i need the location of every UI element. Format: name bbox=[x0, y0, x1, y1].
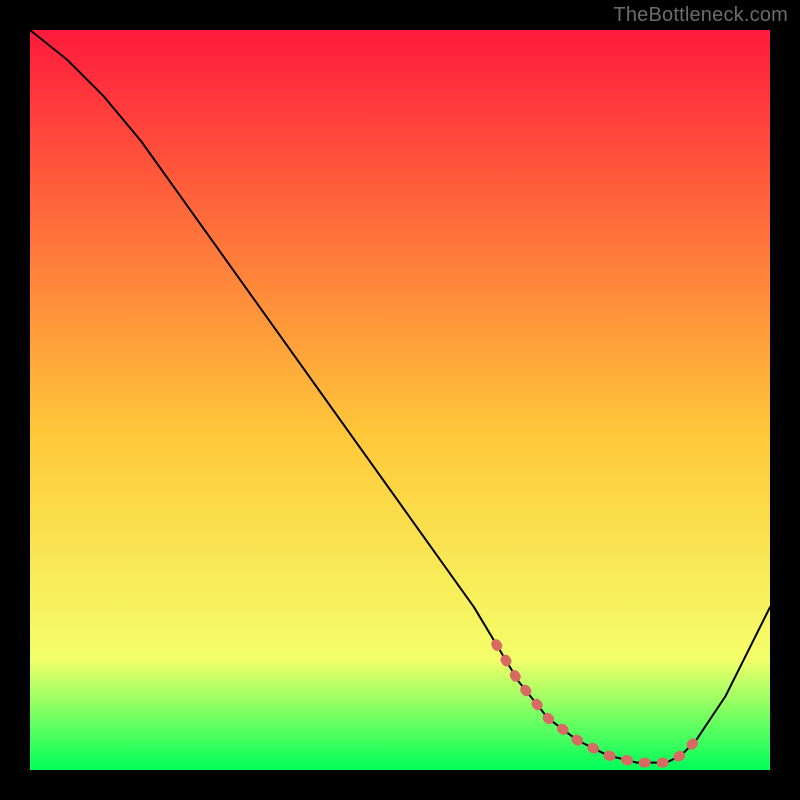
chart-stage: TheBottleneck.com bbox=[0, 0, 800, 800]
chart-svg bbox=[0, 0, 800, 800]
watermark-text: TheBottleneck.com bbox=[613, 4, 788, 27]
